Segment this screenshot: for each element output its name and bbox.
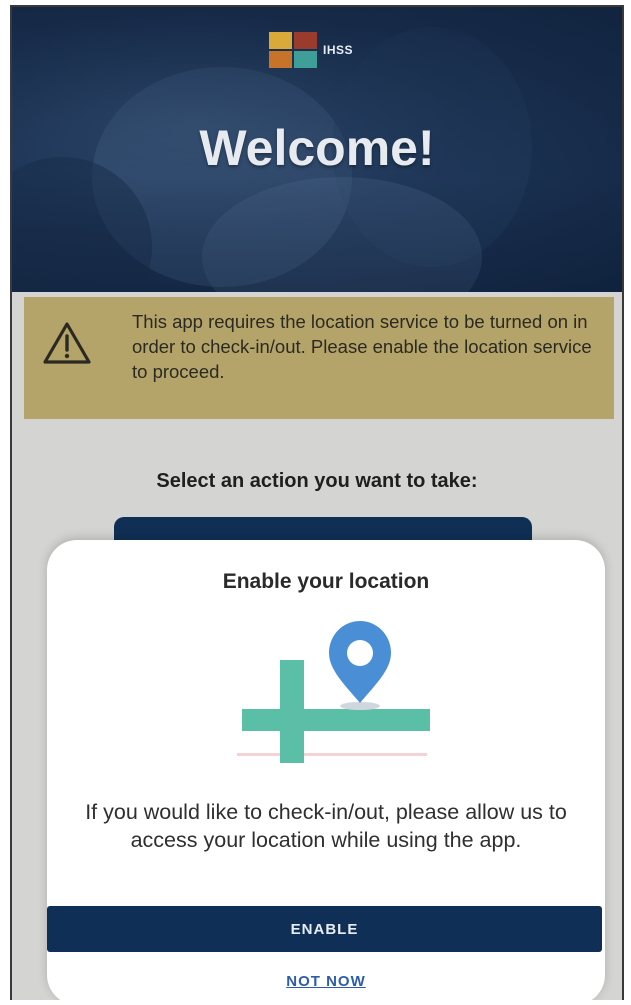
warning-message: This app requires the location service t…: [132, 311, 592, 382]
not-now-link[interactable]: NOT NOW: [47, 973, 605, 990]
ihss-logo: IHSS: [269, 32, 353, 68]
welcome-header: IHSS Welcome!: [12, 7, 622, 292]
map-pin-icon: [232, 615, 432, 770]
enable-button[interactable]: ENABLE: [47, 906, 602, 952]
dialog-message: If you would like to check-in/out, pleas…: [85, 800, 567, 852]
enable-location-dialog: Enable your location If you would like t…: [47, 540, 605, 1000]
logo-text: IHSS: [323, 43, 354, 57]
app-screen: IHSS Welcome! This app requires the loca…: [10, 5, 624, 1000]
welcome-title: Welcome!: [199, 120, 435, 176]
dialog-title: Enable your location: [222, 570, 430, 593]
logo-mark-icon: [269, 32, 317, 68]
warning-triangle-icon: [42, 321, 92, 370]
action-prompt: Select an action you want to take:: [156, 470, 478, 492]
location-warning-banner: This app requires the location service t…: [24, 297, 614, 419]
